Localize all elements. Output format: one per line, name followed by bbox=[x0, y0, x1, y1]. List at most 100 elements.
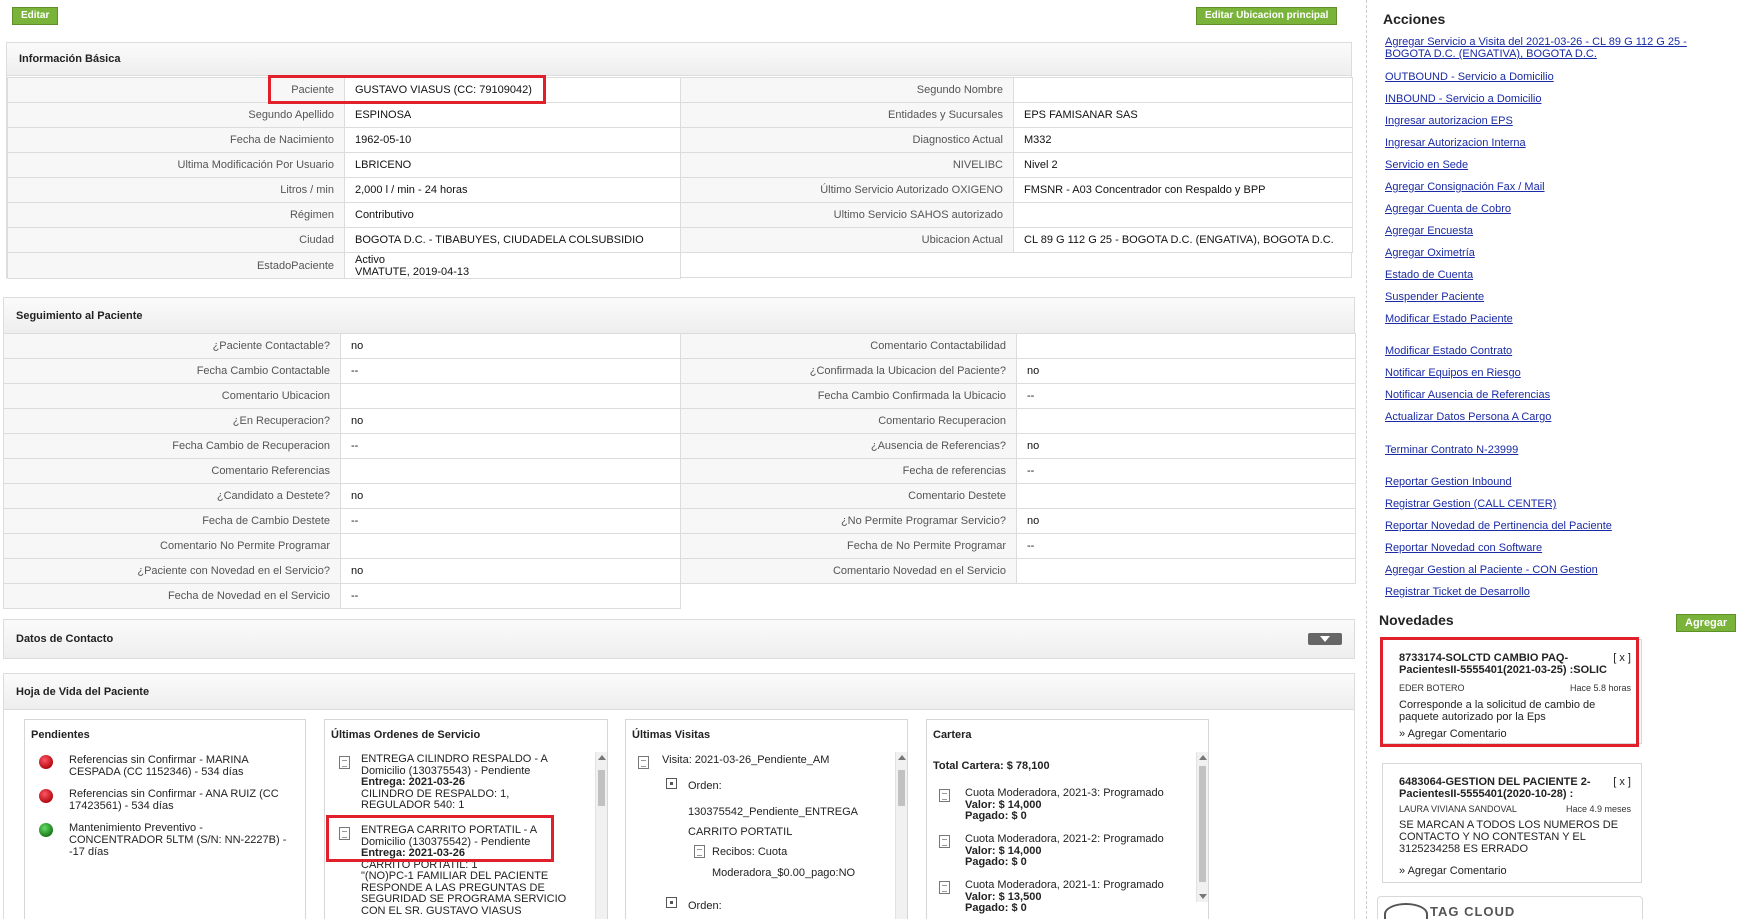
portfolio-item-title: Cuota Moderadora, 2021-1: Programado bbox=[965, 879, 1164, 891]
pending-text: Mantenimiento Preventivo - CONCENTRADOR … bbox=[69, 822, 287, 858]
action-link-survey[interactable]: Agregar Encuesta bbox=[1385, 225, 1473, 237]
basic-row: Litros / min 2,000 l / min - 24 horas bbox=[7, 177, 681, 203]
pending-item[interactable]: Referencias sin Confirmar - ANA RUIZ (CC… bbox=[39, 788, 295, 812]
action-link-pertinence[interactable]: Reportar Novedad de Pertinencia del Paci… bbox=[1385, 520, 1612, 532]
action-link-call-center[interactable]: Registrar Gestion (CALL CENTER) bbox=[1385, 498, 1556, 510]
scroll-up-icon[interactable] bbox=[1199, 755, 1207, 760]
news-item-title[interactable]: 6483064-GESTION DEL PACIENTE 2- Pacientes… bbox=[1399, 776, 1591, 800]
followup-left-table: ¿Paciente Contactable? no Fecha Cambio Co… bbox=[3, 333, 681, 609]
column-divider bbox=[1366, 0, 1367, 919]
action-link-service-site[interactable]: Servicio en Sede bbox=[1385, 159, 1468, 171]
portfolio-scrollbar[interactable] bbox=[1196, 752, 1208, 902]
edit-location-button[interactable]: Editar Ubicacion principal bbox=[1196, 7, 1338, 25]
add-comment-link[interactable]: » Agregar Comentario bbox=[1399, 865, 1507, 877]
portfolio-item[interactable]: Cuota Moderadora, 2021-2: Programado Val… bbox=[965, 833, 1164, 869]
visit-order-value[interactable]: 130375542_Pendiente_ENTREGA CARRITO PORT… bbox=[688, 802, 858, 842]
scroll-thumb[interactable] bbox=[1199, 766, 1206, 882]
field-label: Fecha Cambio Confirmada la Ubicacio bbox=[680, 383, 1017, 409]
field-label: Fecha de Nacimiento bbox=[7, 127, 345, 153]
followup-row: Fecha de No Permite Programar -- bbox=[680, 533, 1356, 559]
followup-row: ¿Ausencia de Referencias? no bbox=[680, 433, 1356, 459]
scroll-up-icon[interactable] bbox=[898, 755, 906, 760]
visit-item[interactable]: Visita: 2021-03-26_Pendiente_AM bbox=[662, 754, 829, 767]
order-date: Entrega: 2021-03-26 bbox=[361, 776, 465, 788]
news-item-title[interactable]: 8733174-SOLCTD CAMBIO PAQ- PacientesII-55… bbox=[1399, 652, 1607, 676]
action-link-outbound[interactable]: OUTBOUND - Servicio a Domicilio bbox=[1385, 71, 1554, 83]
visit-order-label: Orden: bbox=[688, 780, 722, 792]
followup-row: Fecha Cambio de Recuperacion -- bbox=[3, 433, 681, 459]
action-link-patient-status[interactable]: Modificar Estado Paciente bbox=[1385, 313, 1513, 325]
field-label: Diagnostico Actual bbox=[680, 127, 1014, 153]
basic-row: Ultimo Servicio SAHOS autorizado bbox=[680, 202, 1353, 228]
field-value: BOGOTA D.C. - TIBABUYES, CIUDADELA COLSU… bbox=[344, 227, 681, 253]
action-link-suspend[interactable]: Suspender Paciente bbox=[1385, 291, 1484, 303]
followup-row: ¿Candidato a Destete? no bbox=[3, 483, 681, 509]
action-link-equipment-risk[interactable]: Notificar Equipos en Riesgo bbox=[1385, 367, 1521, 379]
document-icon bbox=[339, 827, 350, 840]
portfolio-title: Cartera bbox=[933, 729, 972, 741]
action-link-add-service[interactable]: Agregar Servicio a Visita del 2021-03-26… bbox=[1385, 36, 1687, 48]
action-link-account-status[interactable]: Estado de Cuenta bbox=[1385, 269, 1473, 281]
field-label: Comentario Contactabilidad bbox=[680, 333, 1017, 359]
field-label: Ubicacion Actual bbox=[680, 227, 1014, 253]
field-value: -- bbox=[1016, 458, 1356, 484]
add-news-button[interactable]: Agregar bbox=[1676, 614, 1737, 632]
add-comment-link[interactable]: » Agregar Comentario bbox=[1399, 728, 1507, 740]
action-link-oximetry[interactable]: Agregar Oximetría bbox=[1385, 247, 1475, 259]
action-link-update-caretaker[interactable]: Actualizar Datos Persona A Cargo bbox=[1385, 411, 1551, 423]
action-link-inbound[interactable]: INBOUND - Servicio a Domicilio bbox=[1385, 93, 1541, 105]
orders-scrollbar[interactable] bbox=[595, 752, 607, 919]
visits-scrollbar[interactable] bbox=[895, 752, 907, 919]
edit-button[interactable]: Editar bbox=[12, 7, 59, 25]
field-label: Comentario Recuperacion bbox=[680, 408, 1017, 434]
scroll-thumb[interactable] bbox=[598, 770, 605, 806]
action-link-dev-ticket[interactable]: Registrar Ticket de Desarrollo bbox=[1385, 586, 1530, 598]
action-link-report-inbound[interactable]: Reportar Gestion Inbound bbox=[1385, 476, 1512, 488]
basic-row: Último Servicio Autorizado OXIGENO FMSNR … bbox=[680, 177, 1353, 203]
document-icon bbox=[939, 789, 950, 802]
contact-panel[interactable]: Datos de Contacto bbox=[3, 619, 1355, 659]
portfolio-item[interactable]: Cuota Moderadora, 2021-1: Programado Val… bbox=[965, 879, 1164, 915]
pending-item[interactable]: Mantenimiento Preventivo - CONCENTRADOR … bbox=[39, 822, 295, 858]
action-link-con-gestion[interactable]: Agregar Gestion al Paciente - CON Gestio… bbox=[1385, 564, 1598, 576]
field-value bbox=[340, 533, 681, 559]
news-desc: Corresponde a la solicitud de cambio de … bbox=[1399, 699, 1596, 723]
scroll-down-icon[interactable] bbox=[1199, 894, 1207, 899]
followup-row: Fecha de Novedad en el Servicio -- bbox=[3, 583, 681, 609]
action-link-auth-eps[interactable]: Ingresar autorizacion EPS bbox=[1385, 115, 1513, 127]
portfolio-item-title: Cuota Moderadora, 2021-3: Programado bbox=[965, 787, 1164, 799]
action-link-end-contract[interactable]: Terminar Contrato N-23999 bbox=[1385, 444, 1518, 456]
news-time: Hace 4.9 meses bbox=[1565, 804, 1631, 814]
portfolio-item-paid: Pagado: $ 0 bbox=[965, 810, 1027, 822]
action-link-contract-status[interactable]: Modificar Estado Contrato bbox=[1385, 345, 1512, 357]
order-desc: CILINDRO DE RESPALDO: 1, REGULADOR 540: … bbox=[361, 787, 510, 811]
portfolio-item[interactable]: Cuota Moderadora, 2021-3: Programado Val… bbox=[965, 787, 1164, 823]
scroll-up-icon[interactable] bbox=[598, 755, 606, 760]
order-item[interactable]: ENTREGA CILINDRO RESPALDO - A Domicilio … bbox=[361, 753, 581, 812]
orders-box: Últimas Ordenes de Servicio ENTREGA CILI… bbox=[324, 719, 608, 919]
action-link-billing[interactable]: Agregar Cuenta de Cobro bbox=[1385, 203, 1511, 215]
pending-title: Pendientes bbox=[31, 729, 90, 741]
basic-row: Segundo Apellido ESPINOSA bbox=[7, 102, 681, 128]
action-link-software[interactable]: Reportar Novedad con Software bbox=[1385, 542, 1542, 554]
order-item[interactable]: ENTREGA CARRITO PORTATIL - A Domicilio (… bbox=[361, 824, 581, 917]
field-label: Fecha de Novedad en el Servicio bbox=[3, 583, 341, 609]
action-link-add-service-2[interactable]: BOGOTA D.C. (ENGATIVA), BOGOTA D.C. bbox=[1385, 48, 1597, 60]
close-icon[interactable]: [ x ] bbox=[1613, 652, 1631, 664]
followup-row: ¿No Permite Programar Servicio? no bbox=[680, 508, 1356, 534]
news-title-line: 6483064-GESTION DEL PACIENTE 2- bbox=[1399, 776, 1591, 788]
field-label: Fecha de No Permite Programar bbox=[680, 533, 1017, 559]
order-date: Entrega: 2021-03-26 bbox=[361, 847, 465, 859]
field-value bbox=[1016, 408, 1356, 434]
action-link-no-references[interactable]: Notificar Ausencia de Referencias bbox=[1385, 389, 1550, 401]
scroll-thumb[interactable] bbox=[898, 770, 905, 806]
field-value: -- bbox=[340, 358, 681, 384]
expand-toggle[interactable] bbox=[1308, 633, 1342, 645]
field-label: Ultima Modificación Por Usuario bbox=[7, 152, 345, 178]
action-link-fax-mail[interactable]: Agregar Consignación Fax / Mail bbox=[1385, 181, 1545, 193]
action-link-auth-internal[interactable]: Ingresar Autorizacion Interna bbox=[1385, 137, 1526, 149]
visits-box: Últimas Visitas Visita: 2021-03-26_Pendi… bbox=[625, 719, 908, 919]
field-value: no bbox=[1016, 358, 1356, 384]
pending-item[interactable]: Referencias sin Confirmar - MARINA CESPA… bbox=[39, 754, 295, 778]
close-icon[interactable]: [ x ] bbox=[1613, 776, 1631, 788]
